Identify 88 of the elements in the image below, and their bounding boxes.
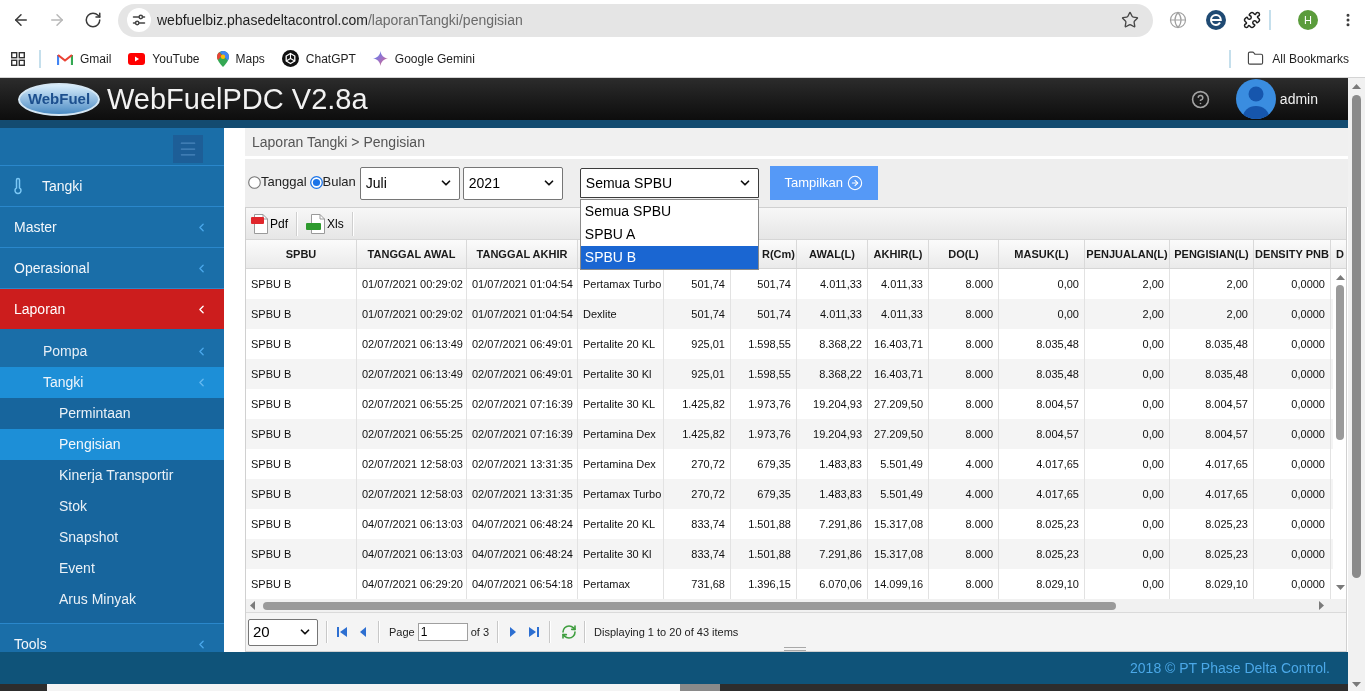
bookmark-item[interactable]: Gmail [57, 49, 112, 68]
export-button[interactable]: Pdf [249, 210, 290, 237]
strip-handle [680, 684, 720, 691]
sparkle-icon [372, 51, 388, 66]
apps-grid-icon[interactable] [11, 51, 25, 66]
bookmark-item[interactable]: Maps [216, 49, 265, 68]
sidebar-item[interactable]: Permintaan [0, 398, 224, 429]
all-bookmarks-button[interactable]: All Bookmarks [1247, 49, 1349, 68]
mail-icon [57, 52, 73, 65]
bookmark-item[interactable]: Google Gemini [372, 49, 475, 68]
column-header: PENJUALAN(L) [1086, 246, 1168, 262]
site-info-icon[interactable] [127, 8, 151, 32]
month-select[interactable]: Juli [359, 166, 460, 200]
resize-handle[interactable] [784, 647, 806, 651]
user-name[interactable]: admin [1279, 88, 1318, 110]
refresh-icon[interactable] [561, 624, 578, 640]
sidebar-item[interactable]: Master [0, 207, 224, 247]
scroll-down-arrow-icon[interactable] [1335, 585, 1345, 590]
help-icon[interactable] [1190, 89, 1210, 109]
page-label: Page [389, 624, 415, 640]
folder-icon [1247, 50, 1265, 67]
scroll-up-arrow-icon[interactable] [1352, 84, 1361, 89]
column-header: R(Cm) [762, 246, 795, 262]
sidebar-item[interactable]: Stok [0, 491, 224, 522]
play-icon [128, 52, 146, 65]
reload-icon[interactable] [84, 11, 102, 29]
app-title: WebFuelPDC V2.8a [107, 84, 368, 114]
pager-summary: Displaying 1 to 20 of 43 items [594, 624, 739, 640]
horizontal-scrollbar[interactable] [246, 599, 1346, 612]
sidebar-item[interactable]: Operasional [0, 248, 224, 288]
column-header: SPBU [285, 246, 317, 262]
column-header: DENSITY PNB [1255, 246, 1329, 262]
station-select[interactable]: Semua SPBU [579, 168, 759, 198]
sidebar-item[interactable]: Laporan [0, 289, 224, 329]
export-button[interactable]: Xls [304, 210, 346, 237]
column-header: AWAL(L) [809, 246, 855, 262]
column-header: D [1336, 246, 1344, 262]
scrollbar-thumb[interactable] [1352, 95, 1361, 578]
sidebar-item[interactable]: Tools [0, 624, 224, 652]
sidebar-item[interactable]: Event [0, 553, 224, 584]
breadcrumb: Laporan Tangki > Pengisian [252, 132, 425, 152]
column-header: TANGGAL AWAL [367, 246, 456, 262]
bookmark-item[interactable]: YouTube [128, 49, 200, 68]
arrow-circle-right-icon [847, 175, 864, 191]
scroll-up-arrow-icon[interactable] [1335, 275, 1345, 280]
extensions-icon[interactable] [1243, 11, 1261, 29]
scrollbar-thumb[interactable] [1336, 285, 1344, 440]
first-page-icon[interactable] [336, 626, 348, 638]
scroll-down-arrow-icon[interactable] [1352, 682, 1361, 687]
year-select[interactable]: 2021 [462, 166, 563, 200]
column-header: TANGGAL AKHIR [476, 246, 568, 262]
page-size-select[interactable]: 20 [248, 618, 318, 646]
sidebar-item[interactable]: Pompa [0, 336, 224, 367]
sidebar-item[interactable]: Arus Minyak [0, 584, 224, 615]
footer-text: 2018 © PT Phase Delta Control. [1130, 658, 1330, 678]
spreadsheet-file-icon [306, 213, 326, 234]
address-bar[interactable]: webfuelbiz.phasedeltacontrol.com/laporanTangki/pengisian [118, 3, 1153, 37]
last-page-icon[interactable] [528, 626, 541, 638]
logo: WebFuel [18, 82, 100, 116]
map-pin-icon [216, 50, 229, 67]
globe-icon[interactable] [1169, 11, 1187, 29]
sidebar-toggle-button[interactable] [173, 134, 203, 163]
next-page-icon[interactable] [509, 626, 518, 638]
radio-icon[interactable] [309, 175, 323, 189]
bookmark-item[interactable]: ChatGPT [281, 49, 356, 68]
page-input[interactable]: 1 [417, 623, 468, 641]
scroll-right-arrow-icon[interactable] [1319, 601, 1324, 610]
scrollbar-thumb[interactable] [263, 601, 1116, 610]
column-header: AKHIR(L) [873, 246, 923, 262]
bookmark-star-icon[interactable] [1121, 11, 1139, 29]
pdf-file-icon [251, 213, 269, 234]
column-header: DO(L) [948, 246, 979, 262]
radio-icon[interactable] [248, 175, 261, 189]
sidebar-item[interactable]: Kinerja Transportir [0, 460, 224, 491]
mode-option[interactable]: Tanggal [248, 172, 307, 194]
sidebar-link[interactable]: Tangki [0, 166, 224, 206]
previous-page-icon[interactable] [359, 626, 367, 638]
page-count: of 3 [470, 624, 490, 640]
scroll-left-arrow-icon[interactable] [250, 601, 255, 610]
circle-badge-icon[interactable] [1206, 10, 1226, 30]
column-header: PENGISIAN(L) [1174, 246, 1249, 262]
sidebar-item[interactable]: Snapshot [0, 522, 224, 553]
column-header: MASUK(L) [1014, 246, 1069, 262]
knot-icon [281, 50, 299, 67]
page-scrollbar[interactable] [1348, 78, 1365, 691]
back-icon[interactable] [12, 11, 30, 29]
dropdown-option[interactable]: SPBU B [580, 246, 758, 269]
mode-option[interactable]: Bulan [309, 172, 356, 194]
